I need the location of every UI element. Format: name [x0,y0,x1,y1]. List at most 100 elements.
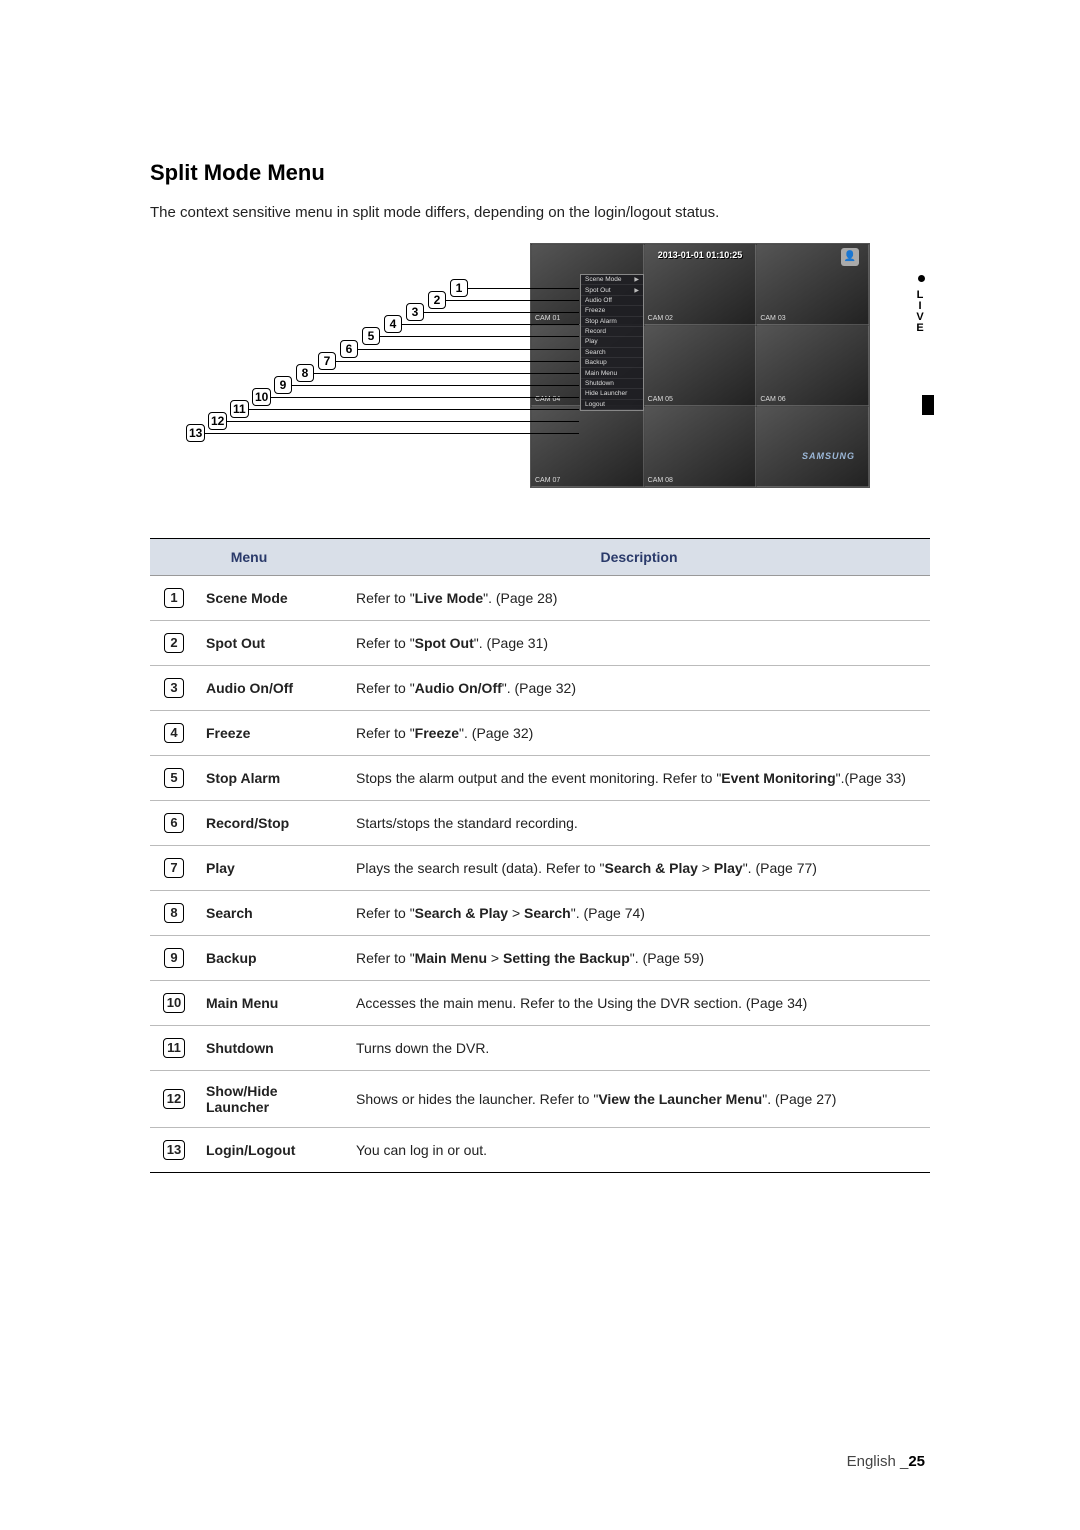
context-menu-item: Hide Launcher [581,389,643,399]
callout-number: 3 [406,303,424,321]
page-footer: English _25 [847,1453,925,1470]
th-description: Description [348,539,930,576]
row-number-box: 13 [163,1140,185,1160]
callout-leader [292,385,579,386]
context-menu-item: Play [581,337,643,347]
table-row: 6Record/StopStarts/stops the standard re… [150,801,930,846]
callout-number: 5 [362,327,380,345]
row-menu-cell: Main Menu [198,981,348,1026]
callout: 1 [450,279,468,297]
callout-number: 11 [230,400,249,418]
row-menu-cell: Freeze [198,711,348,756]
row-menu-cell: Show/Hide Launcher [198,1071,348,1128]
context-menu-item: Logout [581,400,643,410]
context-menu-item: Backup [581,358,643,368]
footer-page: 25 [908,1453,925,1470]
table-row: 11ShutdownTurns down the DVR. [150,1026,930,1071]
row-menu-cell: Login/Logout [198,1128,348,1173]
callout: 3 [406,303,424,321]
callout-number: 12 [208,412,227,430]
row-number-cell: 9 [150,936,198,981]
cam-label: CAM 05 [648,396,673,403]
callout: 11 [230,400,249,418]
row-description-cell: Refer to "Main Menu > Setting the Backup… [348,936,930,981]
row-number-cell: 3 [150,666,198,711]
row-number-box: 11 [163,1038,185,1058]
callout: 8 [296,364,314,382]
row-number-cell: 11 [150,1026,198,1071]
table-row: 1Scene ModeRefer to "Live Mode". (Page 2… [150,576,930,621]
row-menu-cell: Audio On/Off [198,666,348,711]
callout-leader [336,361,579,362]
footer-lang: English [847,1453,896,1470]
row-menu-cell: Record/Stop [198,801,348,846]
callout-number: 7 [318,352,336,370]
table-row: 4 FreezeRefer to "Freeze". (Page 32) [150,711,930,756]
callout-leader [248,409,579,410]
cam-label: CAM 03 [760,315,785,322]
callout-leader [424,312,579,313]
chevron-right-icon: ▶ [634,276,639,283]
screenshot: CAM 01 CAM 02 CAM 03 CAM 04 CAM 05 CAM 0… [530,243,870,488]
table-row: 3Audio On/OffRefer to "Audio On/Off". (P… [150,666,930,711]
callout-leader [446,300,579,301]
table-row: 5Stop AlarmStops the alarm output and th… [150,756,930,801]
context-menu-item: Search [581,348,643,358]
context-menu-label: Backup [585,359,607,366]
table-row: 2Spot OutRefer to "Spot Out". (Page 31) [150,621,930,666]
table-row: 7PlayPlays the search result (data). Ref… [150,846,930,891]
row-number-box: 8 [164,903,184,923]
row-number-box: 10 [163,993,185,1013]
row-description-cell: Shows or hides the launcher. Refer to "V… [348,1071,930,1128]
row-menu-cell: Scene Mode [198,576,348,621]
row-number-cell: 7 [150,846,198,891]
callout-number: 10 [252,388,271,406]
context-menu-label: Search [585,349,606,356]
chevron-right-icon: ▶ [634,287,639,294]
row-description-cell: Refer to "Freeze". (Page 32) [348,711,930,756]
side-tab-bullet [918,275,925,282]
row-description-cell: Turns down the DVR. [348,1026,930,1071]
row-number-box: 7 [164,858,184,878]
row-description-cell: You can log in or out. [348,1128,930,1173]
callout: 9 [274,376,292,394]
callout: 7 [318,352,336,370]
row-number-cell: 8 [150,891,198,936]
callout: 4 [384,315,402,333]
context-menu-item: Audio Off [581,296,643,306]
context-menu-item: Shutdown [581,379,643,389]
callout: 13 [186,424,205,442]
context-menu-item: Stop Alarm [581,317,643,327]
timestamp: 2013-01-01 01:10:25 [658,250,743,260]
table-row: 9BackupRefer to "Main Menu > Setting the… [150,936,930,981]
context-menu-item: Spot Out▶ [581,285,643,295]
callout-number: 13 [186,424,205,442]
callout: 2 [428,291,446,309]
row-number-box: 1 [164,588,184,608]
row-number-cell: 4 [150,711,198,756]
context-menu-item: Main Menu [581,368,643,378]
row-number-cell: 5 [150,756,198,801]
context-menu: Scene Mode▶Spot Out▶Audio OffFreezeStop … [580,274,644,411]
row-number-cell: 1 [150,576,198,621]
callout: 6 [340,340,358,358]
row-description-cell: Refer to "Search & Play > Search". (Page… [348,891,930,936]
row-number-cell: 2 [150,621,198,666]
row-number-box: 9 [164,948,184,968]
row-menu-cell: Stop Alarm [198,756,348,801]
side-tab-label: LIVE [914,289,926,333]
menu-table: Menu Description 1Scene ModeRefer to "Li… [150,538,930,1173]
callout-group: 12345678910111213 [150,265,570,485]
callout-number: 9 [274,376,292,394]
callout-number: 6 [340,340,358,358]
row-description-cell: Refer to "Spot Out". (Page 31) [348,621,930,666]
row-description-cell: Plays the search result (data). Refer to… [348,846,930,891]
context-menu-label: Record [585,328,606,335]
table-row: 8SearchRefer to "Search & Play > Search"… [150,891,930,936]
cam-label: CAM 06 [760,396,785,403]
row-number-box: 4 [164,723,184,743]
cam-label: CAM 08 [648,477,673,484]
context-menu-item: Record [581,327,643,337]
row-number-box: 6 [164,813,184,833]
section-title: Split Mode Menu [150,160,930,186]
